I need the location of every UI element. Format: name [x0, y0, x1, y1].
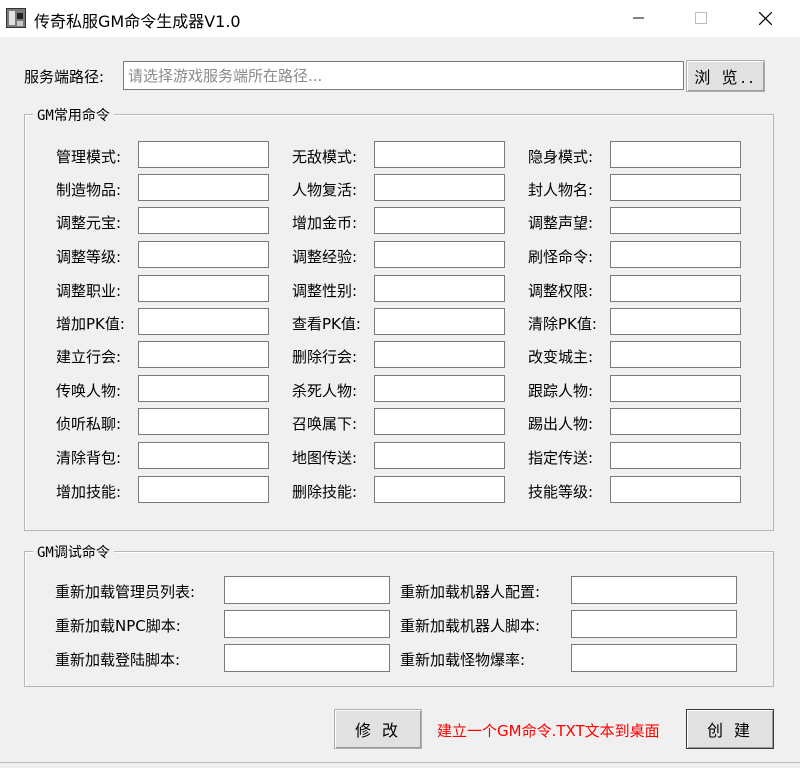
- command-label: 杀死人物:: [292, 382, 358, 400]
- command-input[interactable]: [374, 275, 505, 302]
- server-path-input[interactable]: [123, 61, 684, 90]
- command-label: 删除技能:: [292, 483, 358, 501]
- command-input[interactable]: [374, 207, 505, 234]
- debug-command-input[interactable]: [224, 576, 390, 604]
- command-label: 传唤人物:: [56, 382, 122, 400]
- command-input[interactable]: [374, 408, 505, 435]
- command-label: 管理模式:: [56, 148, 122, 166]
- command-input[interactable]: [138, 375, 269, 402]
- command-input[interactable]: [610, 207, 741, 234]
- command-label: 清除背包:: [56, 449, 122, 467]
- command-input[interactable]: [610, 174, 741, 201]
- command-label: 指定传送:: [528, 449, 594, 467]
- browse-button[interactable]: 浏 览..: [686, 60, 765, 92]
- command-input[interactable]: [374, 174, 505, 201]
- command-input[interactable]: [138, 408, 269, 435]
- debug-command-label: 重新加载机器人脚本:: [400, 617, 541, 635]
- debug-command-label: 重新加载机器人配置:: [400, 583, 541, 601]
- create-hint-text: 建立一个GM命令.TXT文本到桌面: [437, 722, 660, 740]
- app-icon[interactable]: [6, 8, 26, 28]
- debug-command-label: 重新加载怪物爆率:: [400, 651, 526, 669]
- command-label: 跟踪人物:: [528, 382, 594, 400]
- command-label: 调整性别:: [292, 282, 358, 300]
- command-input[interactable]: [138, 442, 269, 469]
- command-label: 删除行会:: [292, 348, 358, 366]
- command-label: 增加技能:: [56, 483, 122, 501]
- command-input[interactable]: [138, 308, 269, 335]
- minimize-button[interactable]: [616, 0, 662, 37]
- command-label: 召唤属下:: [292, 415, 358, 433]
- debug-command-input[interactable]: [224, 610, 390, 638]
- debug-command-input[interactable]: [224, 644, 390, 672]
- command-input[interactable]: [610, 241, 741, 268]
- command-label: 技能等级:: [528, 483, 594, 501]
- close-icon: [759, 12, 772, 25]
- command-input[interactable]: [138, 141, 269, 168]
- command-label: 建立行会:: [56, 348, 122, 366]
- command-label: 改变城主:: [528, 348, 594, 366]
- command-input[interactable]: [610, 375, 741, 402]
- debug-command-label: 重新加载NPC脚本:: [55, 617, 181, 635]
- command-input[interactable]: [138, 341, 269, 368]
- command-input[interactable]: [374, 141, 505, 168]
- command-label: 调整职业:: [56, 282, 122, 300]
- command-label: 地图传送:: [292, 449, 358, 467]
- title-bar: 传奇私服GM命令生成器V1.0: [0, 0, 800, 37]
- command-input[interactable]: [374, 375, 505, 402]
- server-path-label: 服务端路径:: [24, 68, 105, 86]
- command-input[interactable]: [374, 476, 505, 503]
- debug-command-input[interactable]: [571, 644, 737, 672]
- command-label: 调整权限:: [528, 282, 594, 300]
- command-label: 调整等级:: [56, 248, 122, 266]
- maximize-button[interactable]: [678, 0, 724, 37]
- command-label: 制造物品:: [56, 181, 122, 199]
- debug-command-label: 重新加载登陆脚本:: [55, 651, 181, 669]
- minimize-icon: [633, 17, 644, 19]
- command-input[interactable]: [138, 275, 269, 302]
- command-input[interactable]: [610, 442, 741, 469]
- command-input[interactable]: [138, 174, 269, 201]
- create-button[interactable]: 创 建: [686, 709, 774, 749]
- command-input[interactable]: [138, 207, 269, 234]
- command-input[interactable]: [138, 241, 269, 268]
- command-input[interactable]: [374, 442, 505, 469]
- group-title: GM调试命令: [33, 542, 114, 562]
- command-label: 增加金币:: [292, 214, 358, 232]
- window-title: 传奇私服GM命令生成器V1.0: [34, 12, 241, 31]
- command-input[interactable]: [610, 308, 741, 335]
- command-label: 清除PK值:: [528, 315, 597, 333]
- command-input[interactable]: [374, 341, 505, 368]
- maximize-icon: [695, 12, 707, 24]
- status-bar: [0, 762, 800, 768]
- command-label: 踢出人物:: [528, 415, 594, 433]
- command-input[interactable]: [610, 275, 741, 302]
- command-label: 调整元宝:: [56, 214, 122, 232]
- debug-command-input[interactable]: [571, 576, 737, 604]
- command-label: 查看PK值:: [292, 315, 361, 333]
- debug-command-label: 重新加载管理员列表:: [55, 583, 196, 601]
- command-input[interactable]: [138, 476, 269, 503]
- command-input[interactable]: [610, 341, 741, 368]
- group-title: GM常用命令: [33, 105, 114, 125]
- command-input[interactable]: [374, 308, 505, 335]
- command-label: 调整经验:: [292, 248, 358, 266]
- command-label: 无敌模式:: [292, 148, 358, 166]
- command-label: 增加PK值:: [56, 315, 125, 333]
- command-input[interactable]: [610, 476, 741, 503]
- command-label: 侦听私聊:: [56, 415, 122, 433]
- command-label: 调整声望:: [528, 214, 594, 232]
- command-input[interactable]: [374, 241, 505, 268]
- command-input[interactable]: [610, 141, 741, 168]
- close-button[interactable]: [742, 0, 788, 37]
- debug-command-input[interactable]: [571, 610, 737, 638]
- command-input[interactable]: [610, 408, 741, 435]
- command-label: 人物复活:: [292, 181, 358, 199]
- command-label: 封人物名:: [528, 181, 594, 199]
- modify-button[interactable]: 修 改: [334, 709, 422, 749]
- command-label: 刷怪命令:: [528, 248, 594, 266]
- command-label: 隐身模式:: [528, 148, 594, 166]
